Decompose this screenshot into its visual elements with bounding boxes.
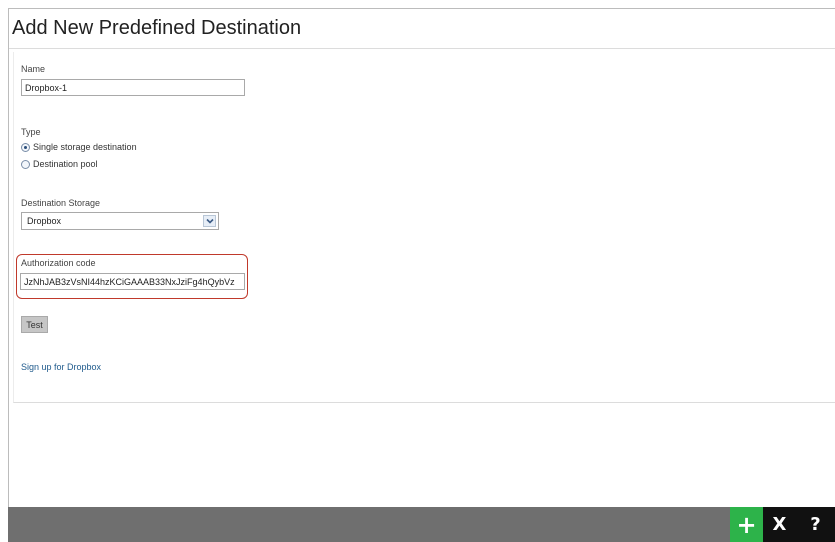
footer-toolbar: + X ?: [8, 507, 835, 542]
add-button[interactable]: +: [730, 507, 763, 542]
radio-destination-pool[interactable]: Destination pool: [21, 159, 98, 169]
title-divider: [9, 48, 835, 49]
radio-unchecked-icon[interactable]: [21, 159, 30, 169]
plus-icon: +: [736, 510, 757, 539]
authorization-code-input[interactable]: [20, 273, 245, 290]
radio-destination-pool-label: Destination pool: [33, 159, 98, 169]
page-title: Add New Predefined Destination: [12, 17, 302, 39]
radio-single-storage-label: Single storage destination: [33, 142, 137, 152]
authorization-code-label: Authorization code: [21, 258, 96, 268]
help-button[interactable]: ?: [796, 507, 835, 542]
radio-single-storage[interactable]: Single storage destination: [21, 142, 137, 152]
help-icon: ?: [810, 514, 821, 535]
close-button[interactable]: X: [763, 507, 796, 542]
chevron-down-icon[interactable]: [203, 215, 216, 227]
destination-storage-select[interactable]: Dropbox: [21, 212, 219, 230]
destination-storage-label: Destination Storage: [21, 198, 101, 208]
radio-checked-icon[interactable]: [21, 142, 30, 152]
test-button[interactable]: Test: [21, 316, 48, 333]
type-label: Type: [21, 127, 41, 137]
signup-dropbox-link[interactable]: Sign up for Dropbox: [21, 362, 101, 372]
destination-storage-value: Dropbox: [27, 216, 62, 226]
name-label: Name: [21, 64, 46, 74]
name-input[interactable]: [21, 79, 245, 96]
close-icon: X: [772, 514, 787, 535]
